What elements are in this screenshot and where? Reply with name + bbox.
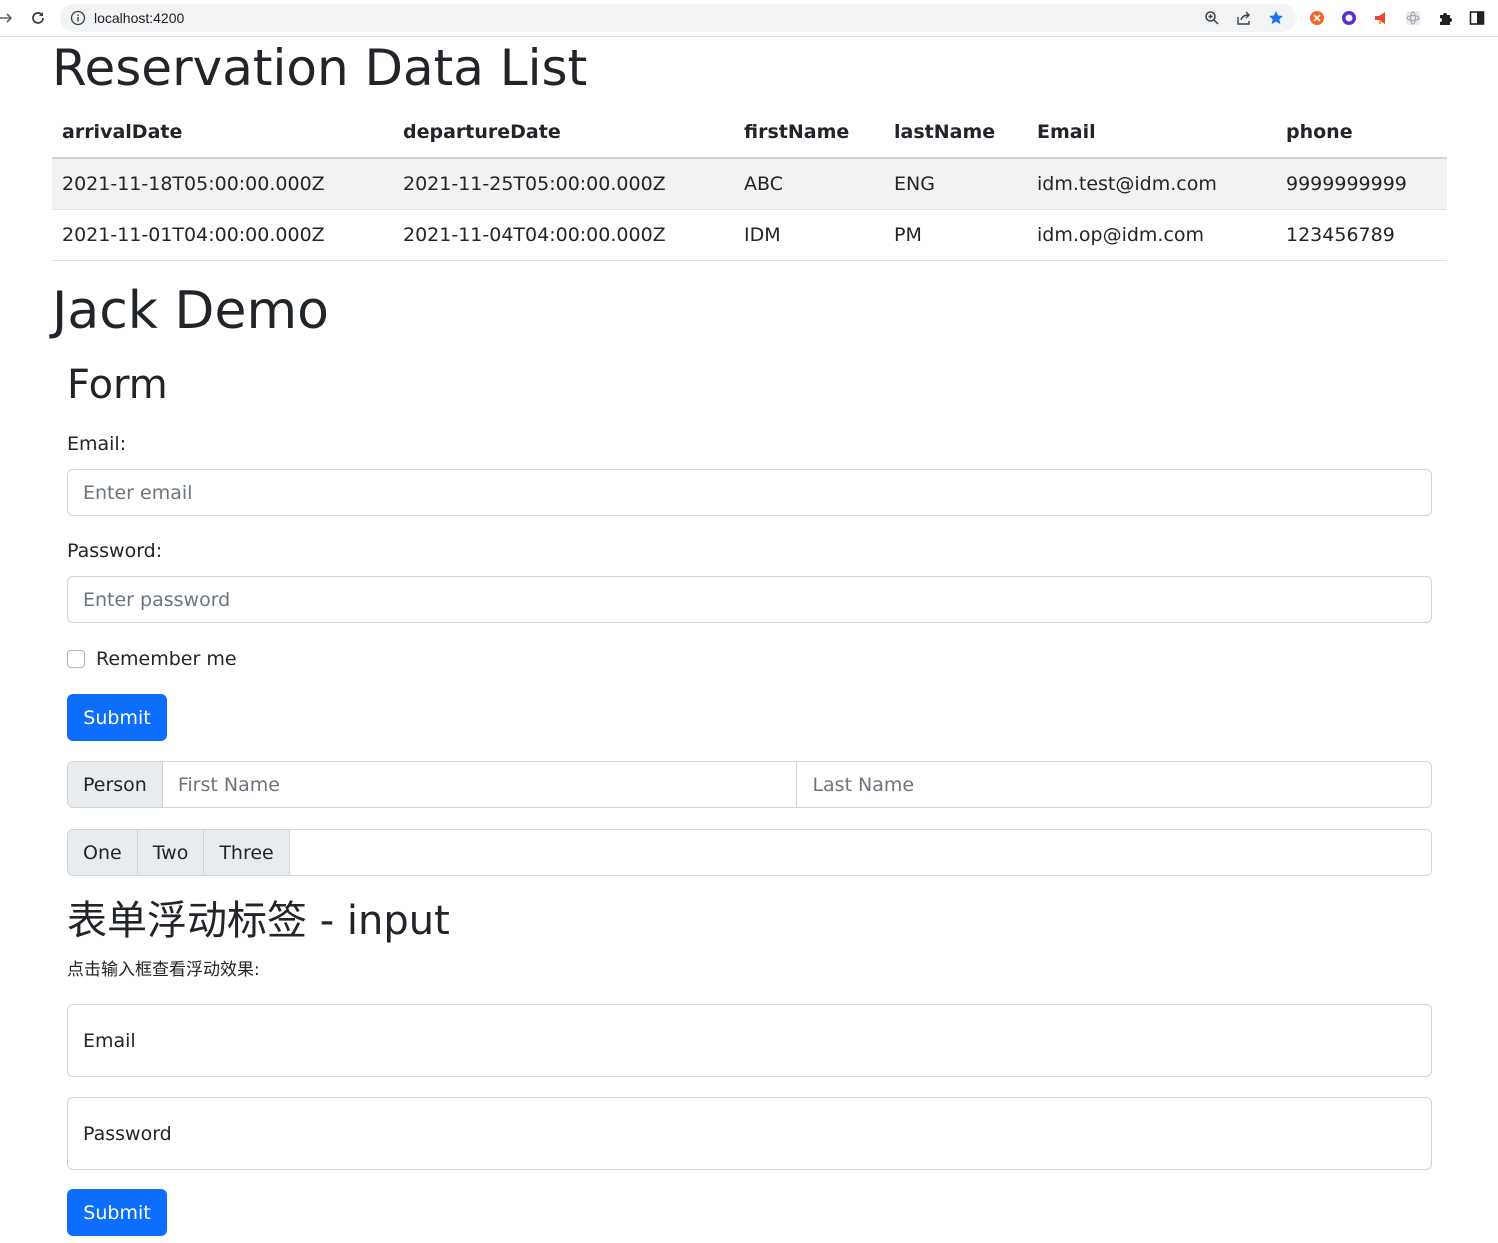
share-icon[interactable]: [1235, 9, 1253, 27]
browser-toolbar: localhost:4200: [0, 0, 1498, 37]
extension-react-icon[interactable]: [1404, 9, 1422, 27]
extension-megaphone-icon[interactable]: [1372, 9, 1390, 27]
remember-me-checkbox[interactable]: [67, 650, 85, 668]
password-input[interactable]: [67, 576, 1432, 623]
table-row: 2021-11-18T05:00:00.000Z 2021-11-25T05:0…: [52, 158, 1447, 210]
table-cell: 2021-11-18T05:00:00.000Z: [52, 158, 393, 210]
addon-two: Two: [137, 830, 205, 875]
table-cell: IDM: [734, 209, 884, 261]
table-cell: 123456789: [1276, 209, 1447, 261]
floating-password-label: Password: [83, 1122, 172, 1145]
form-heading: Form: [67, 362, 168, 408]
extension-purple-icon[interactable]: [1340, 9, 1358, 27]
floating-password-field[interactable]: Password: [67, 1097, 1432, 1170]
zoom-icon[interactable]: [1203, 9, 1221, 27]
email-input[interactable]: [67, 469, 1432, 516]
column-header: arrivalDate: [52, 106, 393, 159]
last-name-input[interactable]: [797, 762, 1431, 807]
table-cell: 2021-11-04T04:00:00.000Z: [393, 209, 734, 261]
extension-orange-icon[interactable]: [1308, 9, 1326, 27]
table-cell: idm.test@idm.com: [1027, 158, 1276, 210]
password-label: Password:: [67, 540, 163, 562]
floating-label-note: 点击输入框查看浮动效果:: [67, 960, 260, 980]
number-input-group: One Two Three: [67, 829, 1432, 876]
table-cell: PM: [884, 209, 1027, 261]
email-label: Email:: [67, 433, 127, 455]
first-name-input[interactable]: [162, 762, 798, 807]
floating-email-field[interactable]: Email: [67, 1004, 1432, 1077]
floating-label-heading: 表单浮动标签 - input: [67, 898, 450, 944]
remember-me-row[interactable]: Remember me: [67, 648, 237, 670]
side-panel-icon[interactable]: [1468, 9, 1486, 27]
forward-arrow-icon[interactable]: [0, 6, 18, 30]
table-row: 2021-11-01T04:00:00.000Z 2021-11-04T04:0…: [52, 209, 1447, 261]
floating-submit-button[interactable]: Submit: [67, 1189, 167, 1236]
remember-me-label: Remember me: [96, 648, 237, 670]
addon-three: Three: [204, 830, 290, 875]
person-input-group: Person: [67, 761, 1432, 808]
extensions-puzzle-icon[interactable]: [1436, 9, 1454, 27]
bookmark-star-icon[interactable]: [1267, 9, 1285, 27]
site-info-icon[interactable]: [70, 10, 86, 26]
address-bar[interactable]: localhost:4200: [60, 4, 1296, 32]
person-addon: Person: [68, 762, 163, 807]
floating-email-label: Email: [83, 1029, 136, 1052]
page-title: Reservation Data List: [52, 39, 588, 97]
column-header: phone: [1276, 106, 1447, 159]
column-header: lastName: [884, 106, 1027, 159]
table-header-row: arrivalDate departureDate firstName last…: [52, 106, 1447, 159]
grouped-input[interactable]: [289, 830, 1431, 875]
table-cell: idm.op@idm.com: [1027, 209, 1276, 261]
column-header: departureDate: [393, 106, 734, 159]
table-cell: 9999999999: [1276, 158, 1447, 210]
demo-heading: Jack Demo: [52, 281, 329, 341]
table-cell: ABC: [734, 158, 884, 210]
url-text: localhost:4200: [94, 10, 185, 26]
table-cell: 2021-11-25T05:00:00.000Z: [393, 158, 734, 210]
table-cell: ENG: [884, 158, 1027, 210]
column-header: firstName: [734, 106, 884, 159]
reload-icon[interactable]: [26, 6, 50, 30]
table-cell: 2021-11-01T04:00:00.000Z: [52, 209, 393, 261]
addon-one: One: [68, 830, 138, 875]
submit-button[interactable]: Submit: [67, 694, 167, 741]
reservation-table: arrivalDate departureDate firstName last…: [52, 106, 1447, 261]
column-header: Email: [1027, 106, 1276, 159]
